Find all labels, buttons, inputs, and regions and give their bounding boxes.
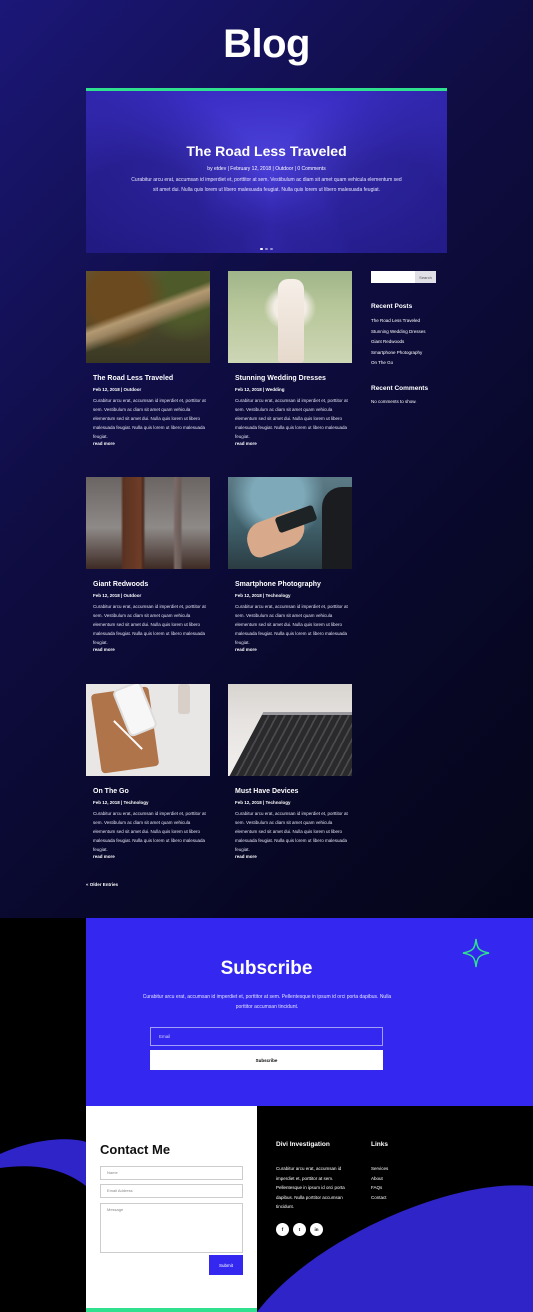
older-entries-link[interactable]: « Older Entries [86,882,118,887]
footer-wave-shape [0,1139,533,1312]
read-more-link[interactable]: read more [235,647,352,652]
submit-button[interactable]: Submit [209,1255,243,1275]
post-thumbnail[interactable] [228,477,352,569]
post-meta: Feb 12, 2018 | Wedding [235,387,285,392]
slider-dot-2[interactable] [265,247,268,250]
post-excerpt: Curabitur arcu erat, accumsan id imperdi… [235,398,348,439]
email-address-field[interactable]: Email Address [100,1184,243,1198]
post-excerpt: Curabitur arcu erat, accumsan id imperdi… [235,811,348,852]
read-more-link[interactable]: read more [235,854,352,859]
facebook-icon[interactable]: f [276,1223,289,1236]
post-card[interactable]: The Road Less Traveled Feb 12, 2018 | Ou… [86,271,210,446]
post-card[interactable]: On The Go Feb 12, 2018 | Technology Cura… [86,684,210,859]
post-meta: Feb 12, 2018 | Outdoor [93,387,142,392]
footer-about-heading: Divi Investigation [276,1141,330,1148]
slider-dots [86,237,447,253]
subscribe-button[interactable]: Subscribe [150,1050,383,1070]
post-excerpt: Curabitur arcu erat, accumsan id imperdi… [93,811,206,852]
recent-post-link[interactable]: On The Go [371,358,437,369]
contact-form-panel: Contact Me Name Email Address Message Su… [86,1106,257,1312]
post-title[interactable]: Giant Redwoods [93,581,210,588]
post-title[interactable]: Stunning Wedding Dresses [235,375,352,382]
read-more-link[interactable]: read more [93,854,210,859]
search-button[interactable]: Search [415,271,436,283]
footer-link-contact[interactable]: Contact [371,1193,388,1203]
slide-title[interactable]: The Road Less Traveled [86,143,447,159]
recent-post-link[interactable]: Giant Redwoods [371,337,437,348]
post-thumbnail[interactable] [86,477,210,569]
recent-posts-list: The Road Less Traveled Stunning Wedding … [371,316,437,369]
post-thumbnail[interactable] [86,271,210,363]
sparkle-icon [462,938,490,968]
post-thumbnail[interactable] [228,271,352,363]
subscribe-section: Subscribe Curabitur arcu erat, accumsan … [86,918,533,1106]
recent-post-link[interactable]: Smartphone Photography [371,348,437,359]
recent-comments-text: No comments to show. [371,398,417,404]
post-excerpt: Curabitur arcu erat, accumsan id imperdi… [235,604,348,645]
footer-link-services[interactable]: Services [371,1164,388,1174]
post-meta: Feb 12, 2018 | Technology [235,593,291,598]
linkedin-icon[interactable]: in [310,1223,323,1236]
subscribe-text: Curabitur arcu erat, accumsan id imperdi… [142,994,392,1010]
contact-title: Contact Me [100,1142,171,1157]
sidebar: Search Recent Posts The Road Less Travel… [371,271,437,404]
read-more-link[interactable]: read more [93,647,210,652]
read-more-link[interactable]: read more [93,441,210,446]
post-title[interactable]: The Road Less Traveled [93,375,210,382]
read-more-link[interactable]: read more [235,441,352,446]
post-meta: Feb 12, 2018 | Technology [235,800,291,805]
footer-links-list: Services About FAQs Contact [371,1164,388,1202]
slider-dot-3[interactable] [270,247,273,250]
recent-post-link[interactable]: Stunning Wedding Dresses [371,327,437,338]
name-field[interactable]: Name [100,1166,243,1180]
footer-links-heading: Links [371,1141,388,1148]
recent-posts-heading: Recent Posts [371,303,413,310]
post-title[interactable]: On The Go [93,788,210,795]
post-excerpt: Curabitur arcu erat, accumsan id imperdi… [93,604,206,645]
featured-post-slider[interactable]: The Road Less Traveled by etdev | Februa… [86,88,447,253]
slider-dot-1[interactable] [260,247,263,250]
recent-comments-heading: Recent Comments [371,384,429,392]
post-meta: Feb 12, 2018 | Technology [93,800,149,805]
footer-about-text: Curabitur arcu erat, accumsan id imperdi… [276,1166,345,1209]
footer-link-faqs[interactable]: FAQs [371,1183,388,1193]
post-meta: Feb 12, 2018 | Outdoor [93,593,142,598]
post-thumbnail[interactable] [228,684,352,776]
page-title: Blog [223,22,310,66]
post-card[interactable]: Giant Redwoods Feb 12, 2018 | Outdoor Cu… [86,477,210,652]
post-title[interactable]: Smartphone Photography [235,581,352,588]
slide-excerpt: Curabitur arcu erat, accumsan id imperdi… [131,177,402,193]
twitter-icon[interactable]: t [293,1223,306,1236]
footer-link-about[interactable]: About [371,1174,388,1184]
footer: Contact Me Name Email Address Message Su… [0,1106,533,1312]
subscribe-title: Subscribe [220,958,313,979]
search-form: Search [371,271,436,283]
blog-hero-section: Blog The Road Less Traveled by etdev | F… [0,0,533,918]
post-card[interactable]: Stunning Wedding Dresses Feb 12, 2018 | … [228,271,352,446]
slide-meta: by etdev | February 12, 2018 | Outdoor |… [207,166,326,172]
email-field[interactable]: Email [150,1027,383,1046]
post-excerpt: Curabitur arcu erat, accumsan id imperdi… [93,398,206,439]
recent-post-link[interactable]: The Road Less Traveled [371,316,437,327]
search-input[interactable] [371,271,415,283]
message-field[interactable]: Message [100,1203,243,1253]
post-card[interactable]: Smartphone Photography Feb 12, 2018 | Te… [228,477,352,652]
post-card[interactable]: Must Have Devices Feb 12, 2018 | Technol… [228,684,352,859]
social-links: f t in [276,1223,323,1236]
post-thumbnail[interactable] [86,684,210,776]
post-title[interactable]: Must Have Devices [235,788,352,795]
